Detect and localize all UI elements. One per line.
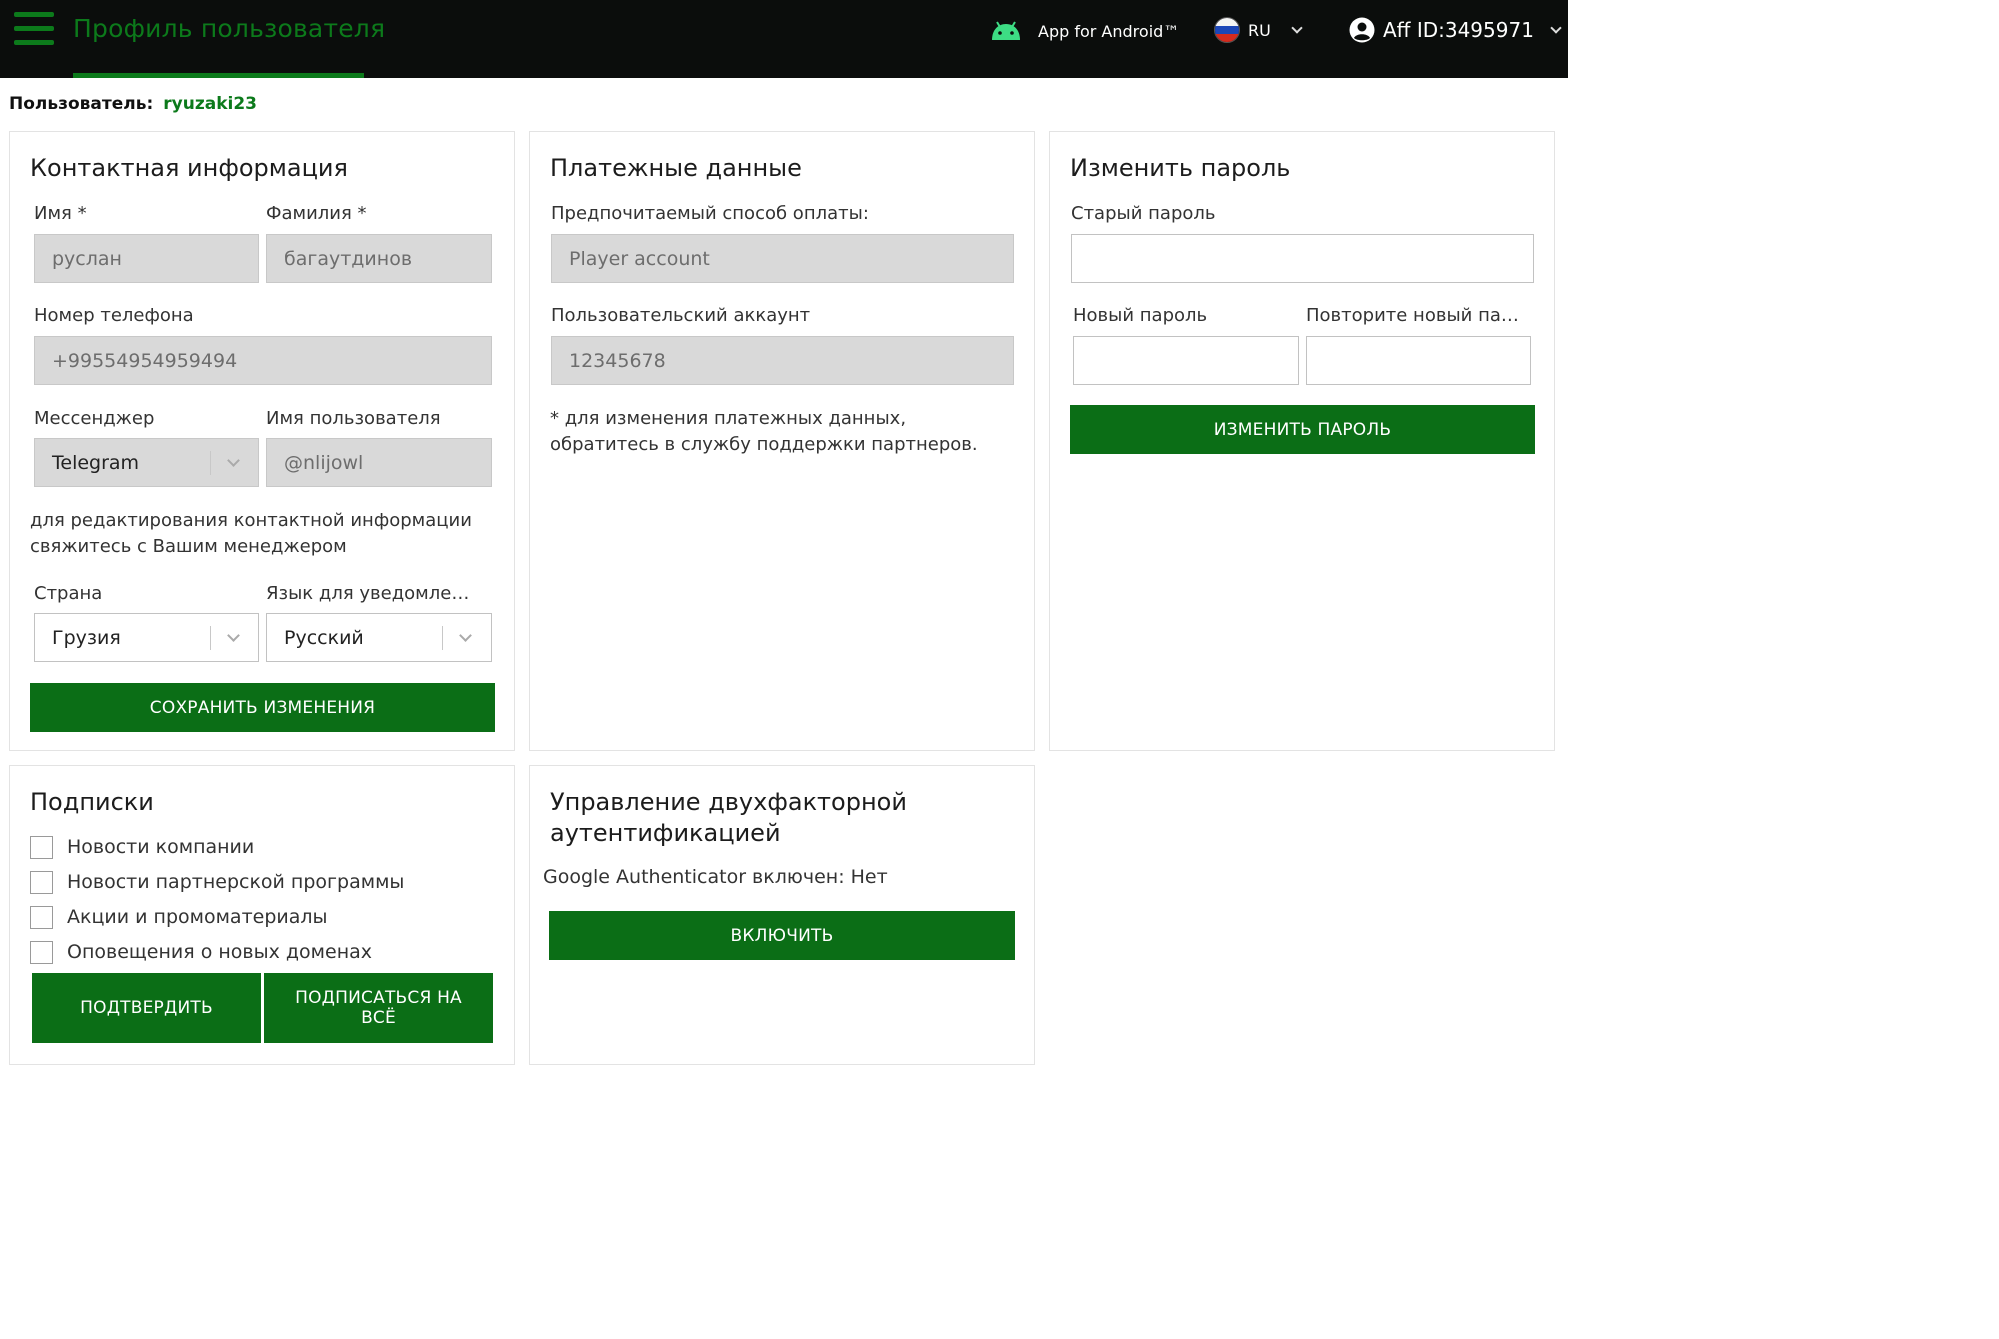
account-menu[interactable]: Aff ID:3495971 [1349, 15, 1562, 45]
save-changes-button[interactable]: СОХРАНИТЬ ИЗМЕНЕНИЯ [30, 683, 495, 732]
page-title: Профиль пользователя [73, 14, 386, 43]
username: ryuzaki23 [163, 94, 258, 114]
password-card-title: Изменить пароль [1070, 154, 1291, 182]
phone-field[interactable]: +99554954959494 [34, 336, 492, 385]
phone-label: Номер телефона [34, 305, 194, 326]
country-select[interactable]: Грузия [34, 613, 259, 662]
username-field[interactable]: @nlijowl [266, 438, 492, 487]
subscription-label: Новости компании [67, 836, 255, 858]
chevron-down-icon [1550, 21, 1562, 34]
messenger-label: Мессенджер [34, 408, 155, 429]
two-factor-status: Google Authenticator включен: Нет [543, 866, 888, 888]
last-name-label: Фамилия * [266, 203, 367, 224]
checkbox[interactable] [30, 940, 53, 964]
subscription-label: Новости партнерской программы [67, 871, 405, 893]
confirm-subscriptions-button[interactable]: ПОДТВЕРДИТЬ [32, 973, 261, 1043]
first-name-label: Имя * [34, 203, 87, 224]
language-selector[interactable]: RU [1214, 16, 1303, 44]
repeat-password-input[interactable] [1306, 336, 1531, 385]
subscription-item[interactable]: Новости партнерской программы [30, 869, 404, 895]
payment-account-label: Пользовательский аккаунт [551, 305, 811, 326]
repeat-password-label: Повторите новый па… [1306, 305, 1519, 326]
payment-method-label: Предпочитаемый способ оплаты: [551, 203, 869, 224]
payment-method-field[interactable]: Player account [551, 234, 1014, 283]
old-password-label: Старый пароль [1071, 203, 1216, 224]
subscriptions-card: Подписки Новости компании Новости партне… [9, 765, 515, 1065]
country-value: Грузия [52, 626, 121, 649]
messenger-value: Telegram [52, 451, 140, 474]
username-label: Имя пользователя [266, 408, 441, 429]
checkbox[interactable] [30, 905, 53, 929]
subscription-label: Акции и промоматериалы [67, 906, 328, 928]
android-icon [992, 21, 1020, 40]
payment-card-title: Платежные данные [550, 154, 802, 182]
new-password-label: Новый пароль [1073, 305, 1208, 326]
subscription-label: Оповещения о новых доменах [67, 941, 373, 963]
contact-card-title: Контактная информация [30, 154, 348, 182]
payment-note: * для изменения платежных данных, обрати… [550, 408, 978, 455]
change-password-button[interactable]: ИЗМЕНИТЬ ПАРОЛЬ [1070, 405, 1535, 454]
messenger-select[interactable]: Telegram [34, 438, 259, 487]
subscription-item[interactable]: Оповещения о новых доменах [30, 939, 372, 965]
chevron-down-icon [1291, 21, 1303, 34]
user-label: Пользователь: [9, 94, 154, 114]
select-separator [210, 626, 211, 650]
top-bar: Профиль пользователя App for Android™ RU… [0, 0, 1568, 78]
checkbox[interactable] [30, 870, 53, 894]
notify-lang-label: Язык для уведомле… [266, 583, 470, 604]
payment-account-field[interactable]: 12345678 [551, 336, 1014, 385]
chevron-down-icon [227, 629, 240, 642]
aff-id-label: Aff ID:3495971 [1383, 18, 1534, 42]
russia-flag-icon [1214, 17, 1240, 43]
first-name-field[interactable]: руслан [34, 234, 259, 283]
subscriptions-title: Подписки [30, 788, 154, 816]
last-name-field[interactable]: багаутдинов [266, 234, 492, 283]
old-password-input[interactable] [1071, 234, 1534, 283]
country-label: Страна [34, 583, 103, 604]
chevron-down-icon [459, 629, 472, 642]
subscribe-all-button[interactable]: ПОДПИСАТЬСЯ НА ВСЁ [264, 973, 493, 1043]
two-factor-title: Управление двухфакторной аутентификацией [550, 788, 907, 847]
android-link-label: App for Android™ [1038, 21, 1180, 41]
account-circle-icon [1349, 17, 1375, 43]
contact-edit-note: для редактирования контактной информации… [30, 510, 472, 557]
subscription-item[interactable]: Акции и промоматериалы [30, 904, 328, 930]
language-label: RU [1248, 20, 1271, 40]
active-tab-indicator [73, 73, 364, 78]
payment-card: Платежные данные Предпочитаемый способ о… [529, 131, 1035, 751]
notify-lang-value: Русский [284, 626, 364, 649]
user-line: Пользователь: ryuzaki23 [9, 94, 257, 114]
chevron-down-icon [227, 454, 240, 467]
select-separator [210, 451, 211, 475]
subscription-item[interactable]: Новости компании [30, 834, 254, 860]
android-app-link[interactable]: App for Android™ [990, 18, 1179, 44]
checkbox[interactable] [30, 835, 53, 859]
enable-2fa-button[interactable]: ВКЛЮЧИТЬ [549, 911, 1015, 960]
password-card: Изменить пароль Старый пароль Новый паро… [1049, 131, 1555, 751]
select-separator [442, 626, 443, 650]
contact-info-card: Контактная информация Имя * руслан Фамил… [9, 131, 515, 751]
hamburger-icon[interactable] [14, 12, 54, 46]
notify-lang-select[interactable]: Русский [266, 613, 492, 662]
two-factor-card: Управление двухфакторной аутентификацией… [529, 765, 1035, 1065]
new-password-input[interactable] [1073, 336, 1299, 385]
